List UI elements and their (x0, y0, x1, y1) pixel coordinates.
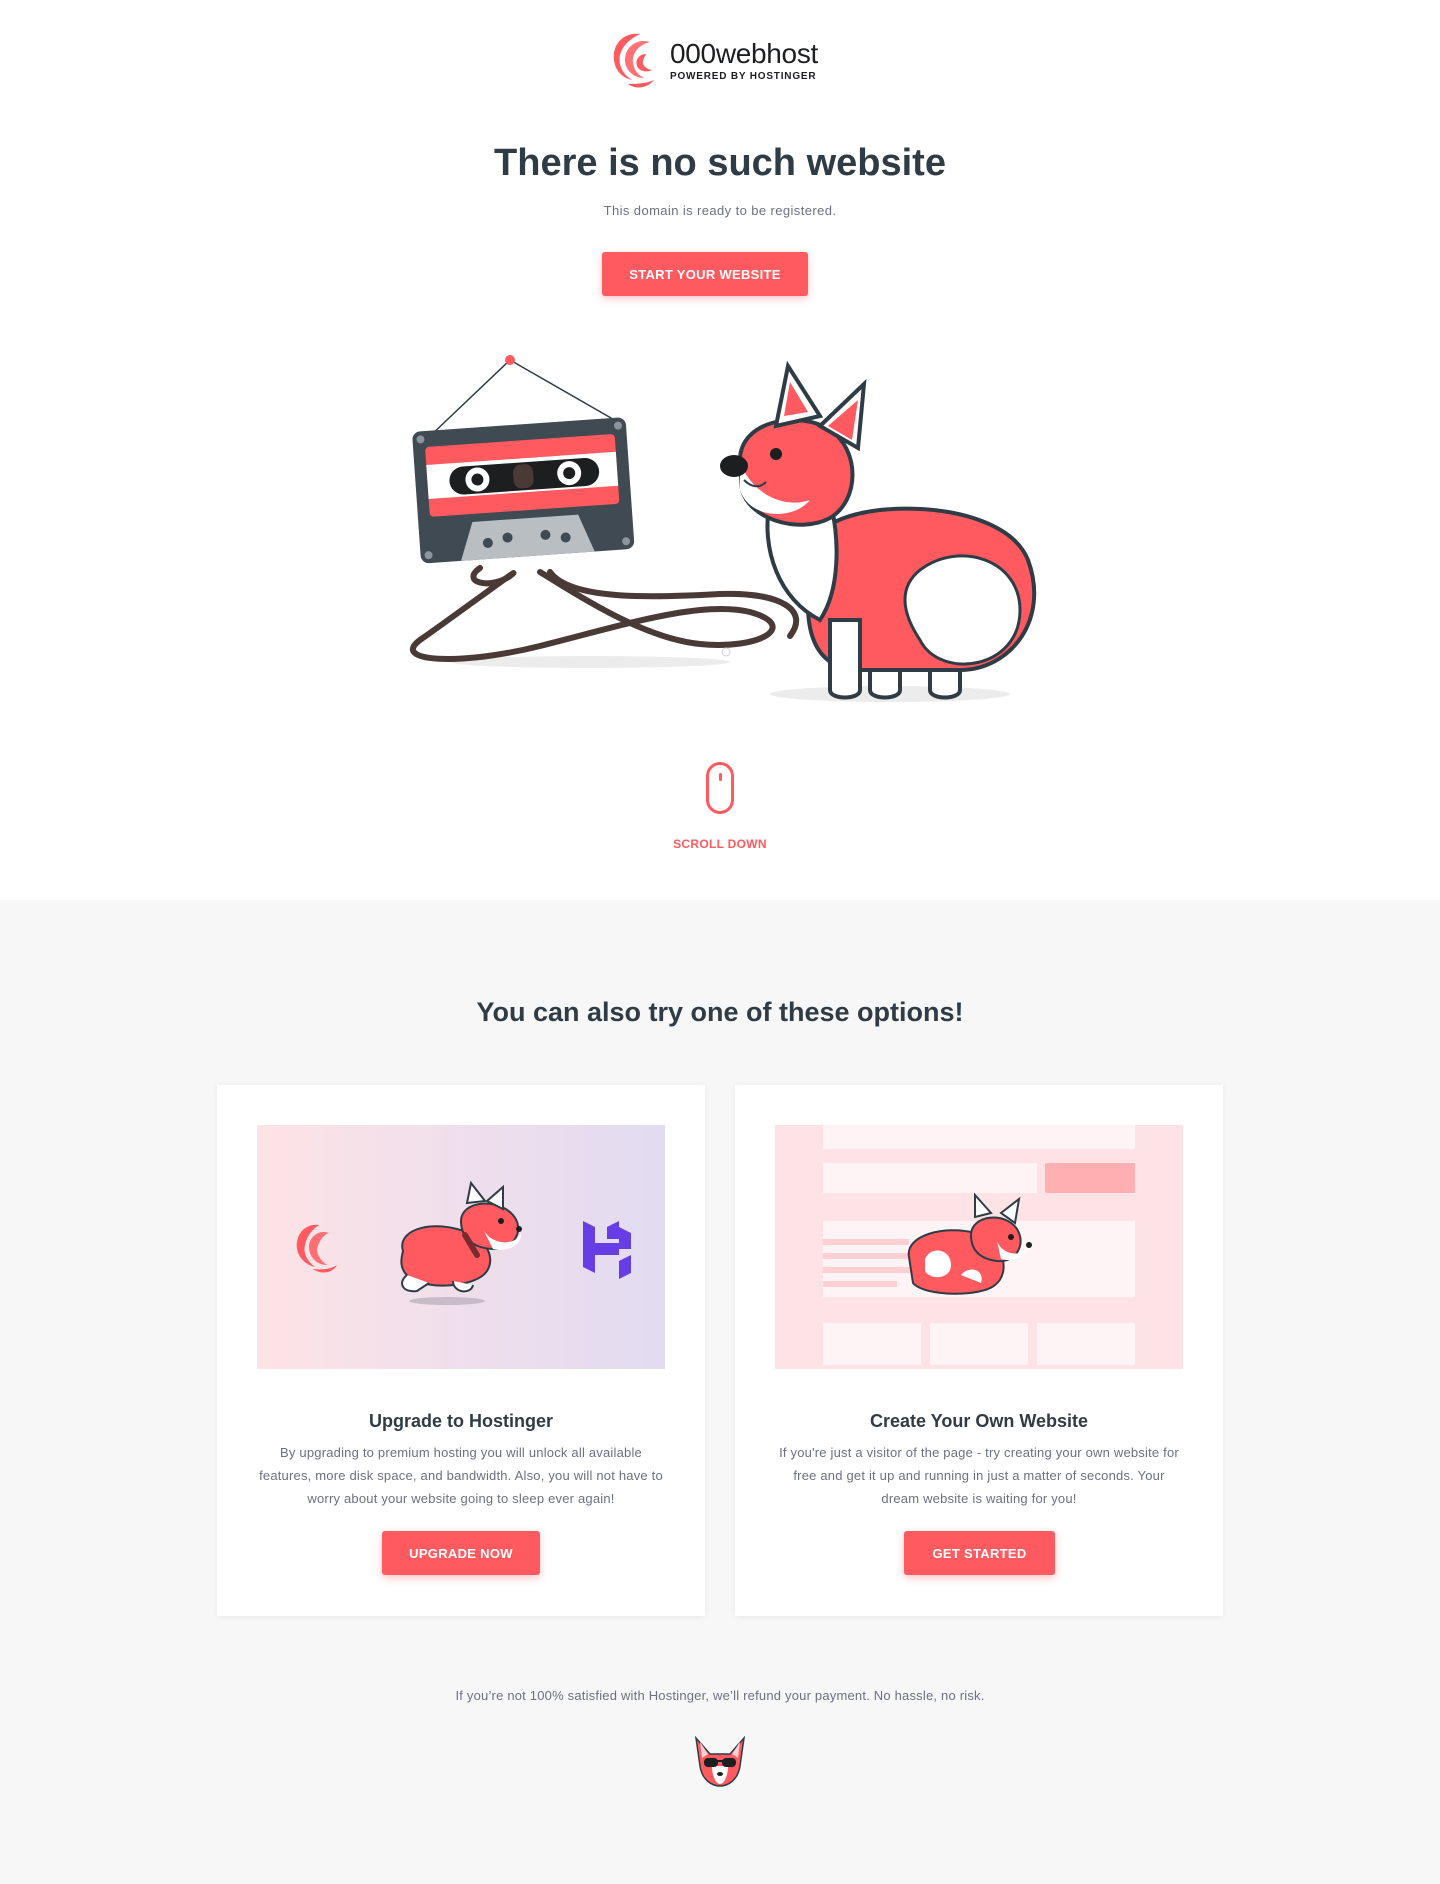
upgrade-illustration (257, 1125, 665, 1369)
cassette-corgi-illustration (410, 355, 1037, 702)
card-title: Upgrade to Hostinger (368, 1411, 553, 1431)
create-website-illustration (775, 1125, 1183, 1369)
page-subtitle: This domain is ready to be registered. (603, 203, 837, 218)
upgrade-now-button[interactable]: UPGRADE NOW (382, 1531, 540, 1575)
brand-tagline: POWERED BY HOSTINGER (670, 70, 817, 82)
card-text: If you're just a visitor of the page - t… (779, 1445, 1179, 1506)
get-started-button[interactable]: GET STARTED (904, 1531, 1055, 1575)
start-website-button[interactable]: START YOUR WEBSITE (602, 252, 808, 296)
page-title: There is no such website (494, 142, 946, 184)
refund-note: If you’re not 100% satisfied with Hostin… (455, 1688, 985, 1703)
options-title: You can also try one of these options! (476, 997, 964, 1027)
create-website-card: Create Your Own Website If you're just a… (735, 1085, 1223, 1616)
hero-section: 000webhost POWERED BY HOSTINGER There is… (0, 0, 1440, 900)
card-text: By upgrading to premium hosting you will… (259, 1445, 663, 1506)
corgi-sunglasses-icon (694, 1736, 746, 1787)
brand-logo[interactable]: 000webhost POWERED BY HOSTINGER (606, 26, 846, 94)
000webhost-logo-icon (613, 33, 654, 88)
upgrade-hostinger-card: Upgrade to Hostinger By upgrading to pre… (217, 1085, 705, 1616)
card-title: Create Your Own Website (869, 1411, 1089, 1431)
brand-name: 000webhost (670, 37, 819, 69)
scroll-down-indicator[interactable]: SCROLL DOWN (0, 762, 1440, 851)
mouse-icon (706, 762, 734, 814)
scroll-down-label: SCROLL DOWN (673, 837, 767, 851)
